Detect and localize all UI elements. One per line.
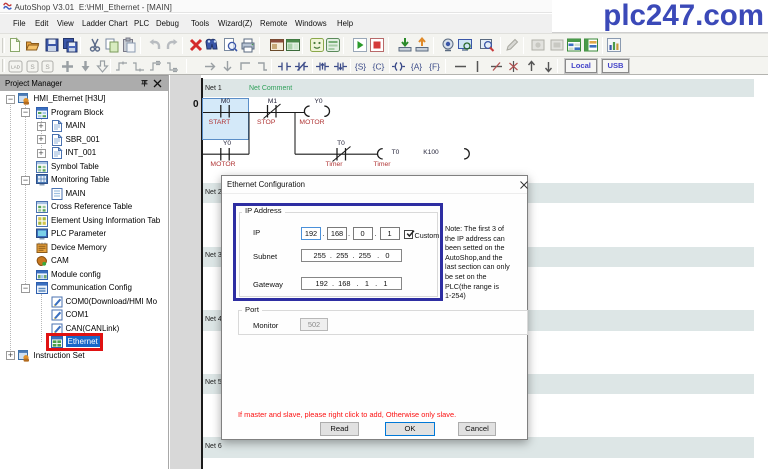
svg-text:S: S xyxy=(30,64,35,71)
svg-text:{F}: {F} xyxy=(429,61,440,71)
svg-text:{C}: {C} xyxy=(373,61,385,71)
svg-text:S: S xyxy=(45,64,50,71)
svg-text:{A}: {A} xyxy=(411,61,422,71)
svg-text:{S}: {S} xyxy=(355,61,366,71)
svg-text:LAD: LAD xyxy=(11,64,21,69)
